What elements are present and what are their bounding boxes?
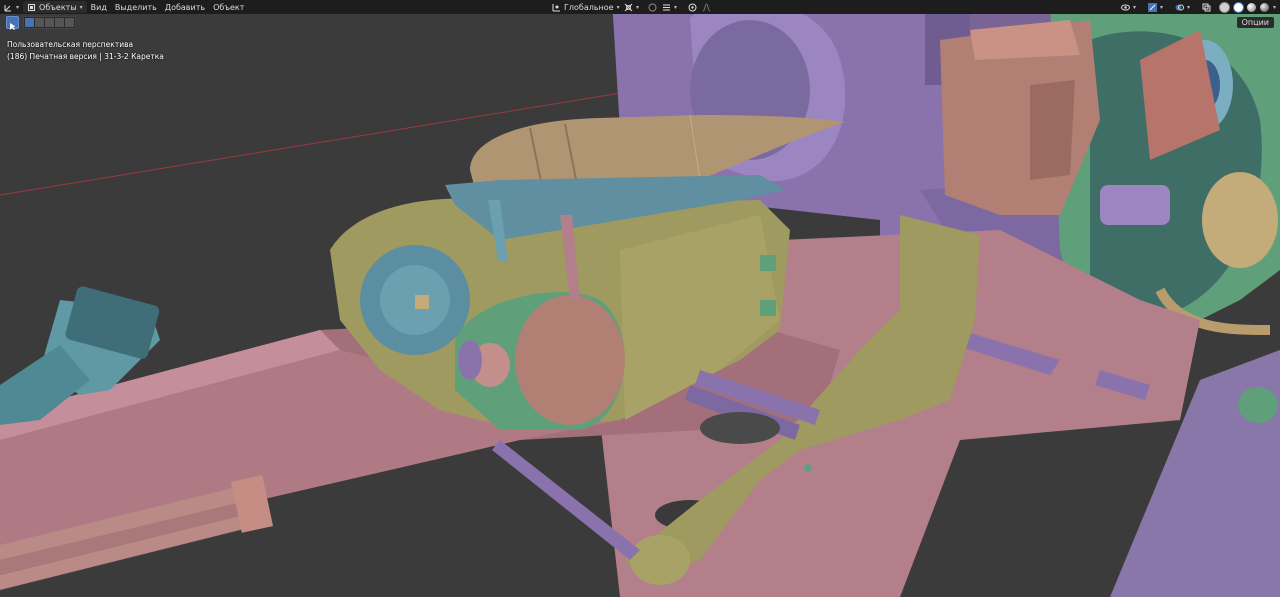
options-button[interactable]: Опции — [1236, 17, 1274, 28]
overlays-icon — [1175, 3, 1184, 12]
chevron-down-icon[interactable]: ▾ — [1273, 4, 1276, 11]
xray-icon — [1202, 3, 1211, 12]
solid-shading-button[interactable] — [1233, 2, 1243, 12]
axes-icon — [4, 3, 13, 12]
select-intersect-icon[interactable] — [65, 18, 74, 27]
transform-orientation-dropdown[interactable]: Глобальное ▾ — [548, 1, 624, 13]
chevron-down-icon: ▾ — [16, 3, 20, 11]
wireframe-shading-button[interactable] — [1218, 1, 1230, 13]
snap-increment-icon — [662, 3, 671, 12]
chevron-down-icon: ▾ — [1186, 3, 1190, 11]
mode-label: Объекты — [39, 2, 77, 12]
chevron-down-icon: ▾ — [1132, 3, 1136, 11]
select-tool-button[interactable] — [6, 16, 19, 30]
visibility-dropdown[interactable]: ▾ — [1117, 1, 1140, 13]
xray-toggle[interactable] — [1198, 1, 1215, 13]
proportional-icon — [688, 3, 697, 12]
orientation-label: Глобальное — [564, 2, 614, 12]
editor-type-button[interactable]: ▾ — [0, 1, 23, 13]
gizmo-toggle[interactable]: ▾ — [1144, 1, 1167, 13]
cursor-icon — [10, 23, 16, 30]
rendered-shading-button[interactable] — [1259, 2, 1269, 12]
falloff-dropdown[interactable] — [698, 1, 715, 13]
object-mode-icon — [27, 3, 36, 12]
menu-object[interactable]: Объект — [209, 1, 248, 13]
3d-viewport[interactable] — [0, 0, 1280, 597]
chevron-down-icon: ▾ — [1159, 3, 1163, 11]
falloff-curve-icon — [702, 2, 711, 12]
eye-icon — [1120, 3, 1130, 12]
select-invert-icon[interactable] — [55, 18, 64, 27]
pivot-point-button[interactable]: ▾ — [620, 1, 643, 13]
overlays-toggle[interactable]: ▾ — [1171, 1, 1194, 13]
select-new-icon[interactable] — [25, 18, 34, 27]
view-perspective-label: Пользовательская перспектива — [7, 40, 134, 49]
chevron-down-icon: ▾ — [636, 3, 640, 11]
menu-add[interactable]: Добавить — [161, 1, 209, 13]
viewport-info: Пользовательская перспектива (186) Печат… — [7, 39, 164, 63]
orientation-icon — [552, 3, 561, 12]
viewport-header: ▾ Объекты ▾ Вид Выделить Добавить Объект… — [0, 0, 1280, 14]
chevron-down-icon: ▾ — [79, 3, 83, 11]
tool-settings-row — [6, 16, 76, 30]
selection-mode-group — [23, 16, 76, 29]
header-right-controls: ▾ ▾ ▾ ▾ — [1117, 0, 1276, 14]
snap-icon — [648, 3, 657, 12]
menu-view[interactable]: Вид — [87, 1, 111, 13]
chevron-down-icon: ▾ — [674, 3, 678, 11]
material-shading-button[interactable] — [1246, 2, 1256, 12]
active-collection-label: (186) Печатная версия | 31-3-2 Каретка — [7, 52, 164, 61]
mode-selector[interactable]: Объекты ▾ — [23, 1, 87, 13]
menu-select[interactable]: Выделить — [111, 1, 161, 13]
gizmo-icon — [1147, 2, 1157, 12]
pivot-icon — [624, 3, 633, 12]
snap-target-dropdown[interactable]: ▾ — [658, 1, 681, 13]
select-subtract-icon[interactable] — [45, 18, 54, 27]
select-extend-icon[interactable] — [35, 18, 44, 27]
